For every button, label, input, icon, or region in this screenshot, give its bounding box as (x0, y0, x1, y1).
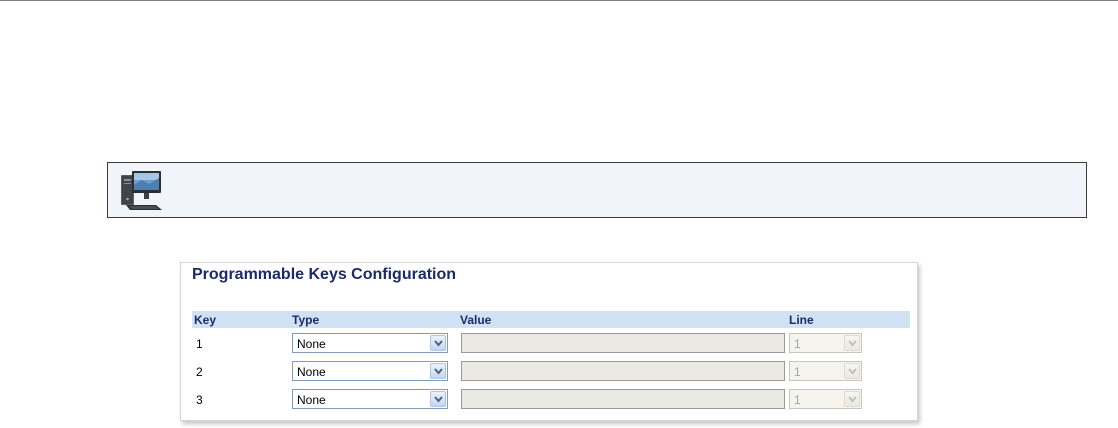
table-header: Key Type Value Line (192, 311, 910, 328)
value-input (461, 361, 785, 381)
type-select-value: None (297, 393, 326, 407)
chevron-down-icon[interactable] (430, 335, 446, 351)
type-select-value: None (297, 337, 326, 351)
line-select-value: 1 (794, 337, 801, 351)
chevron-down-icon[interactable] (430, 363, 446, 379)
desktop-computer-icon (118, 169, 164, 213)
line-select: 1 (789, 389, 862, 409)
line-select-value: 1 (794, 365, 801, 379)
panel-title: Programmable Keys Configuration (192, 266, 457, 283)
column-header-key: Key (194, 313, 217, 327)
type-select-value: None (297, 365, 326, 379)
key-number: 3 (196, 393, 203, 407)
value-input (461, 333, 785, 353)
key-number: 1 (196, 337, 203, 351)
column-header-value: Value (460, 313, 492, 327)
line-select-value: 1 (794, 393, 801, 407)
line-select: 1 (789, 333, 862, 353)
column-header-line: Line (789, 313, 814, 327)
column-header-type: Type (292, 313, 320, 327)
top-divider (0, 0, 1118, 1)
type-select[interactable]: None (292, 361, 448, 381)
chevron-down-icon (844, 391, 860, 407)
chevron-down-icon (844, 335, 860, 351)
value-input (461, 389, 785, 409)
note-callout (107, 162, 1087, 218)
table-row: 1 None 1 (192, 332, 910, 354)
table-row: 3 None 1 (192, 388, 910, 410)
type-select[interactable]: None (292, 333, 448, 353)
line-select: 1 (789, 361, 862, 381)
key-number: 2 (196, 365, 203, 379)
chevron-down-icon (844, 363, 860, 379)
programmable-keys-panel: Programmable Keys Configuration Key Type… (180, 262, 918, 421)
table-row: 2 None 1 (192, 360, 910, 382)
type-select[interactable]: None (292, 389, 448, 409)
chevron-down-icon[interactable] (430, 391, 446, 407)
